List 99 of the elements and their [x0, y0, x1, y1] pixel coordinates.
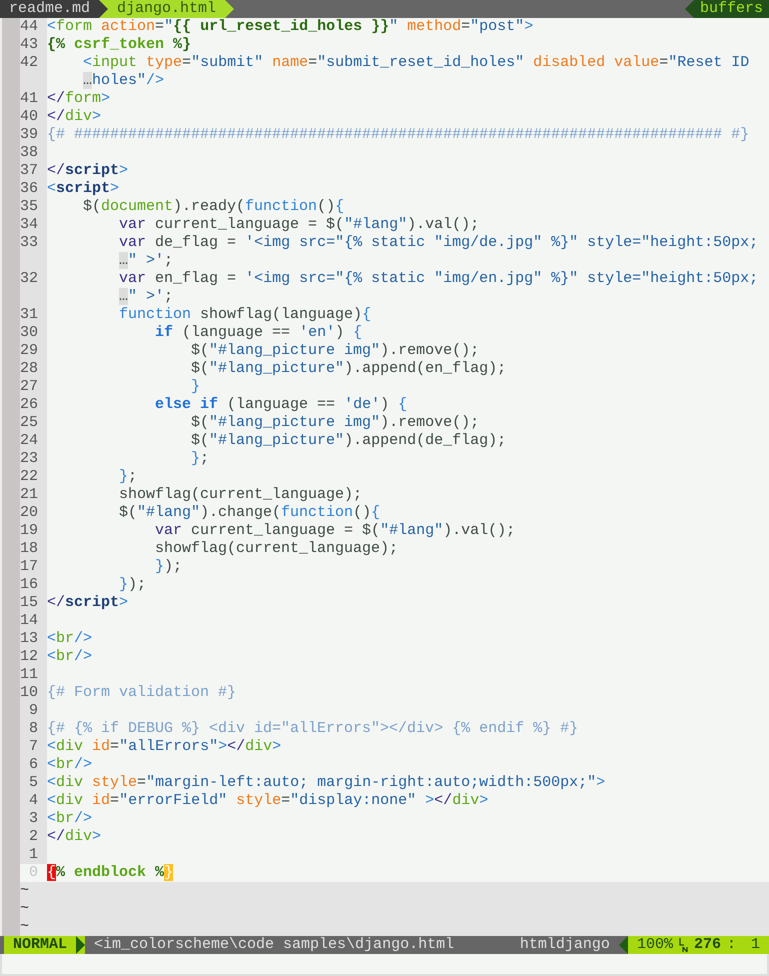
- line-number: 18: [20, 540, 47, 558]
- scroll-percent: 100%: [636, 936, 673, 954]
- line-number: 10: [20, 684, 47, 702]
- cursor-line: 276: [694, 936, 721, 954]
- code-line: {# Form validation #}: [47, 684, 236, 702]
- code-line: </form>: [47, 90, 110, 108]
- line-number: 14: [20, 612, 47, 630]
- line-number: 19: [20, 522, 47, 540]
- empty-line-tilde: ~: [20, 882, 30, 899]
- code-line: {% csrf_token %}: [47, 36, 192, 54]
- code-line: };: [190, 450, 210, 468]
- code-line: <div id="errorField" style="display:none" ></div>: [47, 792, 488, 810]
- code-line: var current_language = $("#lang").val();: [154, 522, 516, 540]
- code-line: var en_flag = '<img src="{% static "img/en.jpg" %}" style="height:50px;: [118, 270, 758, 288]
- file-path: <im_colorscheme\code samples\django.html: [93, 936, 454, 954]
- code-line: }: [190, 378, 200, 396]
- position-separator: :: [726, 936, 736, 954]
- code-line: $(document).ready(function(){: [82, 198, 344, 216]
- line-number: 23: [20, 450, 47, 468]
- mode-indicator: NORMAL: [4, 936, 76, 954]
- line-number: 27: [20, 378, 47, 396]
- code-line: });: [154, 558, 182, 576]
- code-line: </script>: [47, 162, 128, 180]
- line-number: 24: [20, 432, 47, 450]
- code-line: </div>: [47, 108, 102, 126]
- code-line: showflag(current_language);: [154, 540, 398, 558]
- line-number: 15: [20, 594, 47, 612]
- line-number: 37: [20, 162, 47, 180]
- line-number: 3: [20, 810, 47, 828]
- code-line: $("#lang").change(function(){: [118, 504, 380, 522]
- line-number: 28: [20, 360, 47, 378]
- code-line: <br/>: [47, 810, 92, 828]
- line-number: 22: [20, 468, 47, 486]
- line-number: 13: [20, 630, 47, 648]
- line-number: 11: [20, 666, 47, 684]
- line-number: 34: [20, 216, 47, 234]
- line-number: 41: [20, 90, 47, 108]
- code-line: <div id="allErrors"></div>: [47, 738, 282, 756]
- code-line: …" >';: [119, 288, 174, 306]
- line-number: 30: [20, 324, 47, 342]
- line-number: 42: [20, 54, 47, 72]
- code-line: …" >';: [119, 252, 174, 270]
- code-line: <form action="{{ url_reset_id_holes }}" method="post">: [47, 18, 534, 36]
- code-line: {% endblock %}: [47, 864, 174, 882]
- line-number: 43: [20, 36, 47, 54]
- code-line: $("#lang_picture").append(en_flag);: [190, 360, 506, 378]
- line-number: 36: [20, 180, 47, 198]
- line-number: 6: [20, 756, 47, 774]
- code-line: </script>: [47, 594, 128, 612]
- empty-line-tilde: ~: [20, 900, 30, 917]
- line-number-icon: [678, 937, 688, 953]
- line-number: 29: [20, 342, 47, 360]
- code-line: var de_flag = '<img src="{% static "img/de.jpg" %}" style="height:50px;: [118, 234, 758, 252]
- line-number: 25: [20, 414, 47, 432]
- line-number: 20: [20, 504, 47, 522]
- code-line: else if (language == 'de') {: [154, 396, 408, 414]
- code-line: <div style="margin-left:auto; margin-right:auto;width:500px;">: [47, 774, 606, 792]
- line-number: 7: [20, 738, 47, 756]
- code-line: <script>: [47, 180, 120, 198]
- code-line: if (language == 'en') {: [154, 324, 362, 342]
- line-number: 31: [20, 306, 47, 324]
- code-line: </div>: [47, 828, 102, 846]
- line-number: 40: [20, 108, 47, 126]
- line-number: 35: [20, 198, 47, 216]
- code-line: $("#lang_picture img").remove();: [190, 342, 480, 360]
- empty-line-tilde: ~: [20, 918, 30, 935]
- line-number: 39: [20, 126, 47, 144]
- code-line: <br/>: [47, 648, 92, 666]
- line-number: 5: [20, 774, 47, 792]
- line-number: 8: [20, 720, 47, 738]
- line-number: 16: [20, 576, 47, 594]
- code-line: <br/>: [47, 630, 92, 648]
- code-line: <br/>: [47, 756, 92, 774]
- code-line: var current_language = $("#lang").val();: [118, 216, 480, 234]
- code-line: {# ######################################################################## #}: [47, 126, 750, 144]
- line-number: 12: [20, 648, 47, 666]
- line-number: 21: [20, 486, 47, 504]
- cursor-column: 1: [742, 936, 760, 954]
- status-separator-icon: [76, 936, 86, 954]
- code-line: …holes"/>: [83, 72, 164, 90]
- line-number: 44: [20, 18, 47, 36]
- line-number: 32: [20, 270, 47, 288]
- code-line: $("#lang_picture").append(de_flag);: [190, 432, 506, 450]
- code-line: });: [118, 576, 146, 594]
- line-number: 4: [20, 792, 47, 810]
- line-number: 1: [20, 846, 47, 864]
- line-number: 9: [20, 702, 47, 720]
- line-number: 17: [20, 558, 47, 576]
- line-number: 2: [20, 828, 47, 846]
- line-number: 38: [20, 144, 47, 162]
- code-line: };: [118, 468, 138, 486]
- code-line: function showflag(language){: [118, 306, 372, 324]
- code-line: $("#lang_picture img").remove();: [190, 414, 480, 432]
- code-line: <input type="submit" name="submit_reset_id_holes" disabled value="Reset ID: [82, 54, 750, 72]
- code-line: showflag(current_language);: [118, 486, 362, 504]
- file-type: htmldjango: [520, 936, 611, 954]
- line-number: 33: [20, 234, 47, 252]
- code-line: {# {% if DEBUG %} <div id="allErrors"></div> {% endif %} #}: [47, 720, 578, 738]
- line-number: 26: [20, 396, 47, 414]
